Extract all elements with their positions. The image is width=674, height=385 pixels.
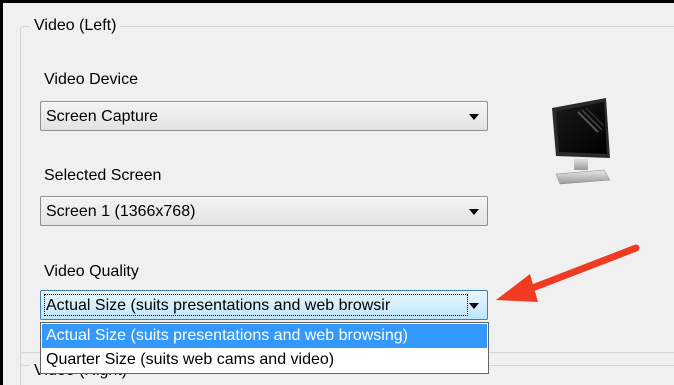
window-frame-top: [0, 0, 674, 3]
chevron-down-icon: [469, 209, 479, 215]
selected-screen-label: Selected Screen: [44, 167, 162, 184]
dropdown-option-quarter-size[interactable]: Quarter Size (suits web cams and video): [42, 348, 487, 372]
video-quality-select[interactable]: Actual Size (suits presentations and web…: [40, 290, 488, 320]
video-left-group-title: Video (Left): [30, 16, 121, 36]
video-quality-label: Video Quality: [44, 263, 139, 280]
video-quality-value: Actual Size (suits presentations and web…: [46, 297, 391, 314]
video-device-value: Screen Capture: [46, 108, 159, 125]
monitor-icon: [552, 98, 611, 185]
chevron-down-icon: [469, 114, 479, 120]
video-quality-dropdown-list[interactable]: Actual Size (suits presentations and web…: [40, 322, 489, 374]
window-frame-left: [0, 0, 3, 385]
video-device-label: Video Device: [44, 71, 138, 88]
video-device-select[interactable]: Screen Capture: [40, 101, 488, 131]
selected-screen-value: Screen 1 (1366x768): [46, 203, 196, 220]
dropdown-option-actual-size[interactable]: Actual Size (suits presentations and web…: [42, 324, 487, 348]
red-arrow-icon: [496, 244, 640, 302]
selected-screen-select[interactable]: Screen 1 (1366x768): [40, 196, 488, 226]
chevron-down-icon: [469, 303, 479, 309]
